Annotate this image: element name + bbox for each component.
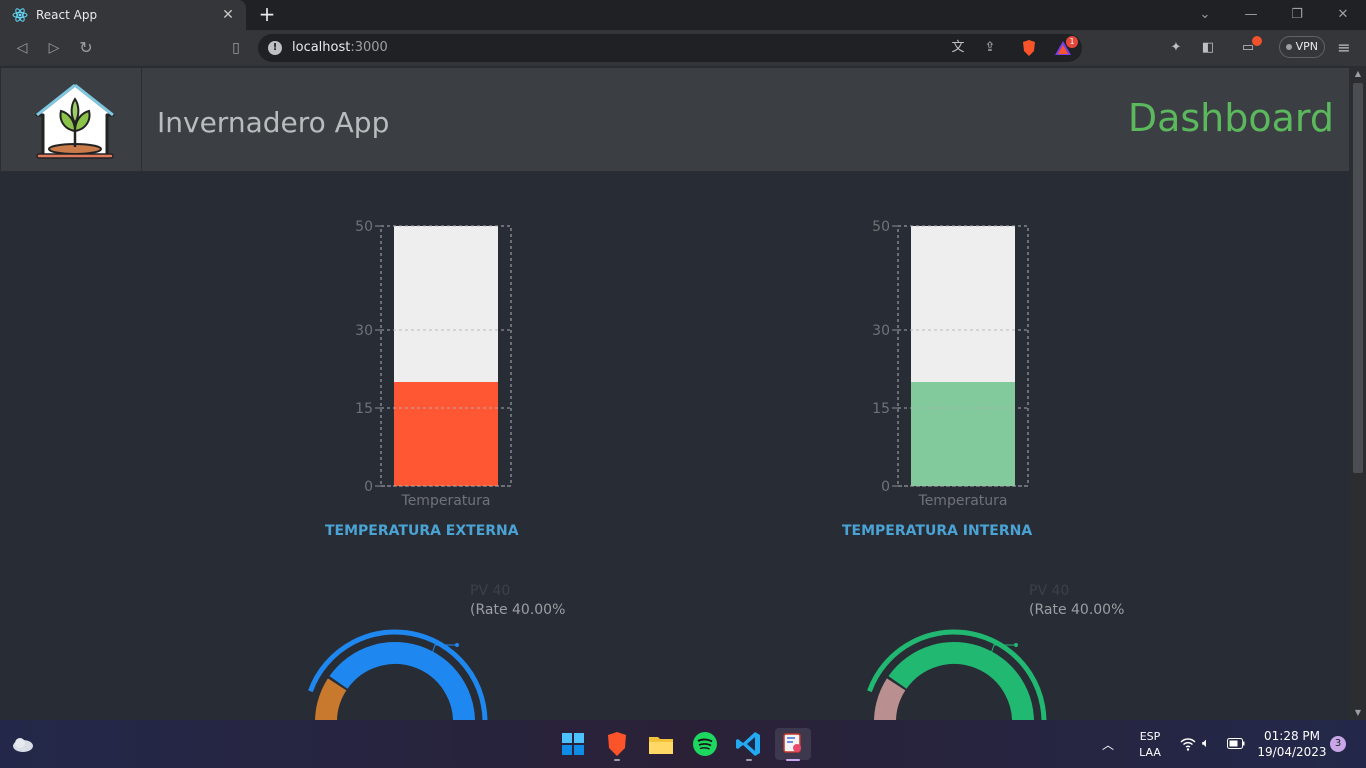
address-bar[interactable]: ! localhost:3000 文 ⇪ 1 <box>258 34 1082 62</box>
browser-toolbar: ◁ ▷ ↻ ▯ ! localhost:3000 文 ⇪ 1 ✦ ◧ ▭ VPN… <box>0 30 1366 66</box>
tab-close-icon[interactable]: ✕ <box>216 7 240 23</box>
snipping-tool-icon <box>783 733 801 753</box>
weather-icon[interactable] <box>10 734 36 754</box>
extensions-icon[interactable]: ✦ <box>1166 38 1186 58</box>
brave-browser-icon <box>608 732 626 756</box>
gauge-pv-label: PV 40 <box>1029 583 1070 599</box>
page-content: Invernadero App Dashboard 50 30 15 0 Tempera… <box>0 67 1350 720</box>
dashboard-title: Dashboard <box>1127 96 1334 140</box>
y-tick-label: 30 <box>355 323 373 339</box>
tab-title: React App <box>36 8 98 22</box>
bar-value <box>394 382 498 486</box>
bar-value <box>911 382 1015 486</box>
folder-icon <box>649 737 673 754</box>
minimize-button[interactable]: — <box>1239 4 1263 26</box>
x-tick-label: Temperatura <box>918 493 1008 509</box>
close-window-button[interactable]: ✕ <box>1331 4 1355 26</box>
gauge-secondary-segment <box>874 678 906 720</box>
tab-react-app[interactable]: React App ✕ <box>0 0 246 30</box>
gauge-secondary-segment <box>315 678 347 720</box>
language-indicator-top[interactable]: ESP <box>1138 730 1162 743</box>
taskbar-spotify[interactable] <box>687 728 723 760</box>
browser-tabstrip: React App ✕ + ⌄ — ❐ ✕ <box>0 0 1366 30</box>
chart-title-externa: TEMPERATURA EXTERNA <box>325 523 519 539</box>
reload-button[interactable]: ↻ <box>76 38 96 58</box>
react-icon <box>12 8 28 22</box>
clock-time[interactable]: 01:28 PM <box>1256 729 1328 743</box>
temperatura-externa-chart: 50 30 15 0 Temperatura <box>355 219 512 509</box>
y-tick-label: 15 <box>872 401 890 417</box>
battery-icon[interactable] <box>1227 738 1245 749</box>
y-tick-label: 50 <box>872 219 890 235</box>
brave-shields-icon[interactable] <box>1020 39 1038 57</box>
gauge-main-segment <box>329 642 475 720</box>
gauge-rate-label: (Rate 40.00% <box>470 602 566 618</box>
gauge-pv-label: PV 40 <box>470 583 511 599</box>
notification-badge[interactable]: 3 <box>1330 736 1346 752</box>
scrollbar-thumb[interactable] <box>1353 83 1363 473</box>
url-text: localhost:3000 <box>292 40 388 55</box>
page-scrollbar[interactable]: ▲ ▼ <box>1350 67 1366 720</box>
start-button[interactable] <box>555 728 591 760</box>
windows-taskbar: ︿ ESP LAA 🔈︎ 01:28 PM 19/04/2023 <box>0 720 1366 768</box>
app-header: Invernadero App Dashboard <box>0 67 1350 173</box>
vpn-button[interactable]: VPN <box>1279 36 1325 58</box>
sidebar-icon[interactable]: ◧ <box>1198 38 1218 58</box>
y-tick-label: 0 <box>881 479 890 495</box>
taskbar-snipping-tool[interactable] <box>775 728 811 761</box>
greenhouse-logo-icon <box>35 83 115 159</box>
restore-button[interactable]: ❐ <box>1285 4 1309 26</box>
logo-container <box>1 68 142 173</box>
tray-overflow-chevron[interactable]: ︿ <box>1102 736 1114 753</box>
scroll-up-arrow[interactable]: ▲ <box>1350 67 1366 81</box>
new-tab-button[interactable]: + <box>256 4 278 26</box>
y-tick-label: 0 <box>364 479 373 495</box>
taskbar-brave[interactable] <box>599 728 635 761</box>
site-info-icon[interactable]: ! <box>268 41 282 55</box>
chart-title-interna: TEMPERATURA INTERNA <box>842 523 1033 539</box>
language-indicator-bottom[interactable]: LAA <box>1138 746 1162 759</box>
app-title: Invernadero App <box>157 106 390 139</box>
clock-date[interactable]: 19/04/2023 <box>1256 745 1328 759</box>
forward-button[interactable]: ▷ <box>44 38 64 58</box>
menu-icon[interactable]: ≡ <box>1334 38 1354 58</box>
x-tick-label: Temperatura <box>401 493 491 509</box>
bookmark-icon[interactable]: ▯ <box>226 38 246 58</box>
windows-logo-icon <box>562 733 584 755</box>
wallet-badge <box>1252 36 1262 46</box>
back-button[interactable]: ◁ <box>12 38 32 58</box>
spotify-icon <box>693 732 717 756</box>
vscode-icon <box>736 732 760 756</box>
taskbar-file-explorer[interactable] <box>643 728 679 760</box>
gauge-rate-label: (Rate 40.00% <box>1029 602 1125 618</box>
volume-icon[interactable]: 🔈︎ <box>1202 736 1210 751</box>
gauge-leader-dot <box>1014 643 1018 647</box>
taskbar-vscode[interactable] <box>731 728 767 761</box>
wifi-icon[interactable] <box>1180 737 1196 751</box>
translate-icon[interactable]: 文 <box>950 40 966 56</box>
y-tick-label: 30 <box>872 323 890 339</box>
y-tick-label: 15 <box>355 401 373 417</box>
gauge-main-segment <box>888 642 1034 720</box>
temperatura-interna-chart: 50 30 15 0 Temperatura <box>872 219 1029 509</box>
tab-search-icon[interactable]: ⌄ <box>1193 4 1217 26</box>
scroll-down-arrow[interactable]: ▼ <box>1350 706 1366 720</box>
share-icon[interactable]: ⇪ <box>982 40 998 56</box>
gauge-leader-dot <box>455 643 459 647</box>
rewards-badge: 1 <box>1066 36 1078 48</box>
y-tick-label: 50 <box>355 219 373 235</box>
